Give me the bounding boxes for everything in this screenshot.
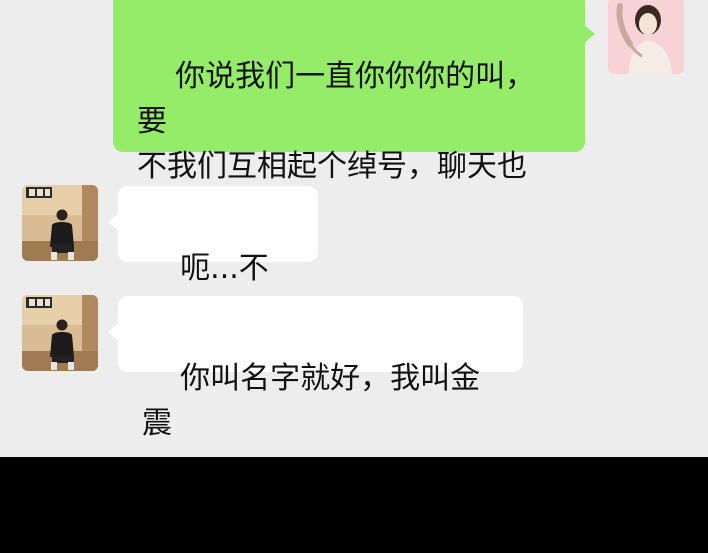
incoming-message-bubble[interactable]: 呃...不用吧 <box>108 186 318 331</box>
message-text: 你叫名字就好，我叫金震 <box>142 361 481 441</box>
bottom-black-band <box>0 457 708 553</box>
self-avatar[interactable] <box>608 0 684 74</box>
incoming-message-bubble[interactable]: 你叫名字就好，我叫金震 <box>108 296 523 441</box>
man-sitting-avatar-icon <box>22 295 98 371</box>
chat-area: 你说我们一直你你你的叫，要 不我们互相起个绰号，聊天也 方便点 呃...不用吧 <box>0 0 708 457</box>
contact-avatar[interactable] <box>22 185 98 261</box>
woman-portrait-avatar-icon <box>608 0 684 74</box>
outgoing-message-bubble[interactable]: 你说我们一直你你你的叫，要 不我们互相起个绰号，聊天也 方便点 <box>113 0 595 229</box>
man-sitting-avatar-icon <box>22 185 98 261</box>
contact-avatar[interactable] <box>22 295 98 371</box>
